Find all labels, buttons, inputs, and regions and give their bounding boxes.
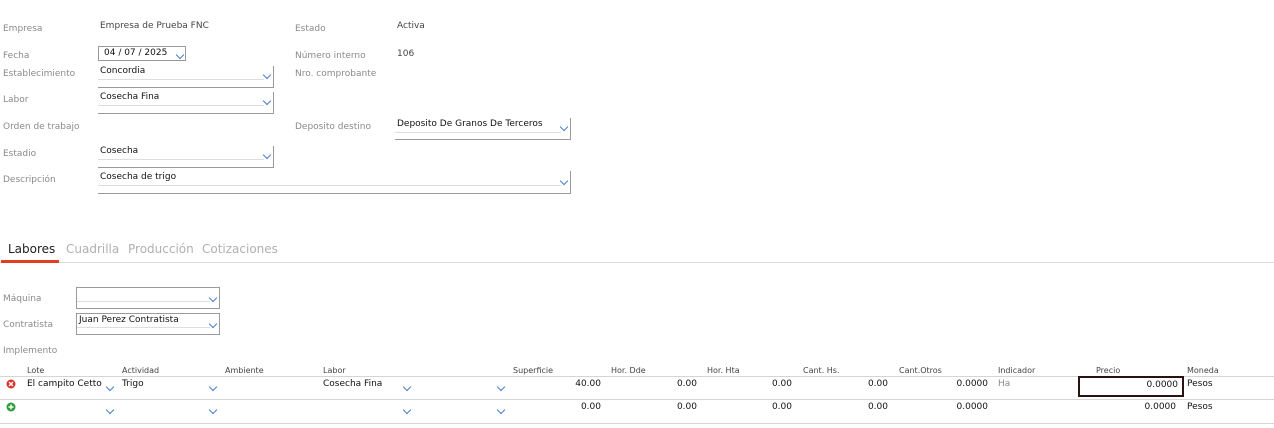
fecha-label: Fecha [3, 51, 30, 61]
labor-label: Labor [3, 95, 29, 105]
fecha-date-input[interactable]: 04 / 07 / 2025 [98, 46, 186, 61]
chevron-down-icon [208, 293, 218, 303]
add-circle-icon[interactable] [6, 402, 16, 412]
fecha-value: 04 / 07 / 2025 [104, 48, 168, 58]
chevron-down-icon[interactable] [105, 405, 115, 415]
deposito-destino-select[interactable]: Deposito De Granos De Terceros [395, 118, 571, 140]
implemento-label: Implemento [3, 346, 58, 356]
establecimiento-value: Concordia [100, 66, 146, 76]
row-cant-otros[interactable]: 0.0000 [917, 402, 989, 412]
tab-produccion[interactable]: Producción [128, 242, 194, 256]
descripcion-field[interactable]: Cosecha de trigo [98, 171, 571, 194]
col-ambiente: Ambiente [225, 366, 264, 375]
chevron-down-icon [208, 319, 218, 329]
empresa-label: Empresa [3, 24, 43, 34]
col-cant-otros: Cant.Otros [899, 366, 942, 375]
tab-active-indicator [1, 260, 59, 263]
row-divider [0, 399, 1274, 400]
chevron-down-icon[interactable] [496, 382, 506, 392]
chevron-down-icon [559, 122, 569, 132]
nro-comprobante-label: Nro. comprobante [295, 69, 377, 79]
tab-cuadrilla[interactable]: Cuadrilla [66, 242, 119, 256]
row-hor-hta[interactable]: 0.00 [731, 379, 792, 389]
row-precio: 0.0000 [1146, 380, 1179, 390]
row-superficie[interactable]: 40.00 [540, 379, 601, 389]
chevron-down-icon [559, 176, 569, 186]
descripcion-label: Descripción [3, 175, 56, 185]
chevron-down-icon[interactable] [496, 405, 506, 415]
chevron-down-icon [175, 50, 185, 60]
estadio-select[interactable]: Cosecha [98, 146, 274, 168]
maquina-select[interactable] [76, 287, 220, 309]
chevron-down-icon[interactable] [208, 405, 218, 415]
row-lote[interactable]: El campito Cetto [27, 379, 102, 389]
row-cant-hs[interactable]: 0.00 [827, 402, 888, 412]
col-indicador: Indicador [998, 366, 1036, 375]
col-labor: Labor [323, 366, 346, 375]
row-hor-dde[interactable]: 0.00 [636, 379, 697, 389]
descripcion-value: Cosecha de trigo [100, 172, 177, 182]
numero-interno-label: Número interno [295, 51, 366, 61]
deposito-destino-label: Deposito destino [295, 122, 371, 132]
contratista-value: Juan Perez Contratista [79, 315, 179, 325]
numero-interno-value: 106 [397, 49, 415, 59]
chevron-down-icon [262, 150, 272, 160]
tab-divider [0, 262, 1274, 263]
col-hor-dde: Hor. Dde [611, 366, 646, 375]
estadio-value: Cosecha [100, 146, 139, 156]
row-moneda[interactable]: Pesos [1187, 402, 1213, 412]
row-labor[interactable]: Cosecha Fina [323, 379, 382, 389]
col-hor-hta: Hor. Hta [707, 366, 740, 375]
orden-trabajo-label: Orden de trabajo [3, 122, 80, 132]
estado-value: Activa [397, 21, 425, 31]
contratista-select[interactable]: Juan Perez Contratista [76, 313, 220, 335]
row-indicador: Ha [998, 379, 1011, 389]
chevron-down-icon[interactable] [402, 405, 412, 415]
deposito-destino-value: Deposito De Granos De Terceros [397, 119, 543, 129]
maquina-label: Máquina [3, 294, 42, 304]
col-cant-hs: Cant. Hs. [803, 366, 840, 375]
row-cant-hs[interactable]: 0.00 [827, 379, 888, 389]
tab-cotizaciones[interactable]: Cotizaciones [202, 242, 278, 256]
chevron-down-icon [262, 96, 272, 106]
chevron-down-icon[interactable] [402, 382, 412, 392]
row-actividad[interactable]: Trigo [122, 379, 144, 389]
tab-labores[interactable]: Labores [8, 242, 55, 256]
row-cant-otros[interactable]: 0.0000 [917, 379, 989, 389]
row-moneda[interactable]: Pesos [1187, 379, 1213, 389]
chevron-down-icon [262, 70, 272, 80]
row-superficie[interactable]: 0.00 [540, 402, 601, 412]
establecimiento-label: Establecimiento [3, 69, 76, 79]
row-divider [0, 423, 1274, 424]
labor-select[interactable]: Cosecha Fina [98, 92, 274, 114]
estadio-label: Estadio [3, 149, 37, 159]
row-precio[interactable]: 0.0000 [1078, 402, 1177, 412]
contratista-label: Contratista [3, 320, 54, 330]
chevron-down-icon[interactable] [208, 382, 218, 392]
chevron-down-icon[interactable] [105, 382, 115, 392]
row-hor-hta[interactable]: 0.00 [731, 402, 792, 412]
col-lote: Lote [27, 366, 45, 375]
precio-input-focused[interactable]: 0.0000 [1078, 376, 1184, 397]
establecimiento-select[interactable]: Concordia [98, 66, 274, 88]
col-superficie: Superficie [513, 366, 554, 375]
labor-value: Cosecha Fina [100, 92, 160, 102]
col-moneda: Moneda [1187, 366, 1219, 375]
col-precio: Precio [1096, 366, 1121, 375]
row-hor-dde[interactable]: 0.00 [636, 402, 697, 412]
remove-circle-icon[interactable] [6, 379, 16, 389]
estado-label: Estado [295, 24, 326, 34]
empresa-value: Empresa de Prueba FNC [100, 21, 209, 31]
col-actividad: Actividad [122, 366, 160, 375]
